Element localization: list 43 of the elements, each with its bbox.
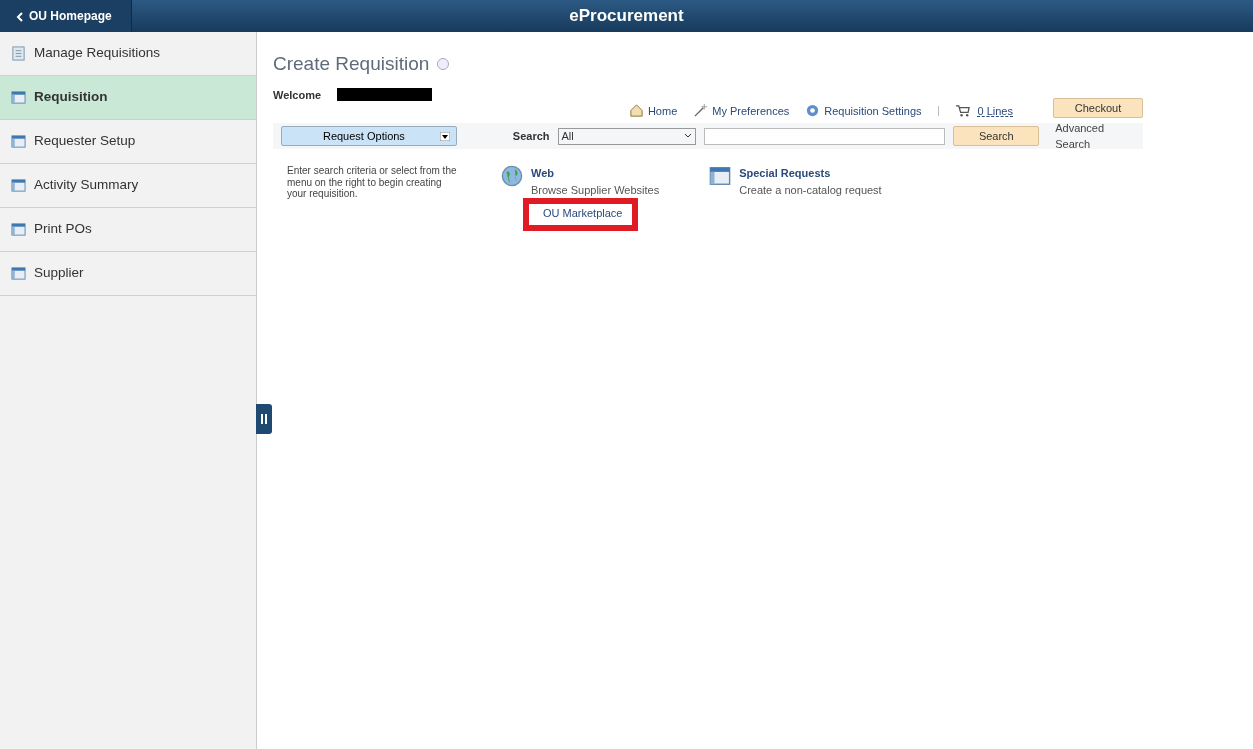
home-icon [628,103,644,119]
window-icon [11,178,26,193]
source-title-link[interactable]: Web [531,165,660,182]
collapse-handle[interactable] [256,404,272,434]
sidebar-item[interactable]: Requisition [0,76,256,120]
toolbar-link[interactable]: Requisition Settings [805,102,922,119]
search-label: Search [512,128,550,144]
special-requests-icon [709,165,732,187]
request-options-button[interactable]: Request Options [281,126,457,146]
window-icon [11,266,26,281]
globe-icon [501,165,523,187]
advanced-search-link[interactable]: Advanced Search [1055,119,1135,153]
toolbar-link[interactable]: My Preferences [693,102,790,119]
scope-dropdown[interactable]: All [557,127,697,145]
search-field[interactable] [704,127,946,145]
source-title-link[interactable]: Special Requests [739,165,882,182]
search-button[interactable]: Search [953,126,1040,146]
chevron-left-icon [16,11,23,22]
sidebar-item[interactable]: Print POs [0,208,256,252]
page-title: Create Requisition [273,52,430,76]
sidebar-item[interactable]: Activity Summary [0,164,256,208]
checkout-button[interactable]: Checkout [1053,97,1143,118]
window-icon [11,222,26,237]
pause-icon [261,414,267,424]
wand-icon [693,103,709,119]
gear-icon [805,103,821,119]
marketplace-link[interactable]: OU Marketplace [523,198,639,231]
back-button[interactable]: OU Homepage [0,0,132,32]
sidebar-item[interactable]: Supplier [0,252,256,296]
dropdown-icon [439,131,450,141]
window-icon [11,90,26,105]
sidebar-item[interactable]: Requester Setup [0,120,256,164]
toolbar-link[interactable]: Home [628,102,678,119]
window-icon [11,134,26,149]
welcome-label: Welcome [273,87,322,103]
source-description: Create a non-catalog request [739,182,882,198]
app-title: eProcurement [568,5,685,28]
cart-lines-link[interactable]: 0 Lines [977,102,1013,119]
document-icon [11,46,26,61]
cart-icon [954,103,970,119]
chevron-down-icon [684,133,693,139]
intro-text: Enter search criteria or select from the menu on the right to begin creating your requisition. [287,165,457,201]
source-description: Browse Supplier Websites [531,182,660,198]
